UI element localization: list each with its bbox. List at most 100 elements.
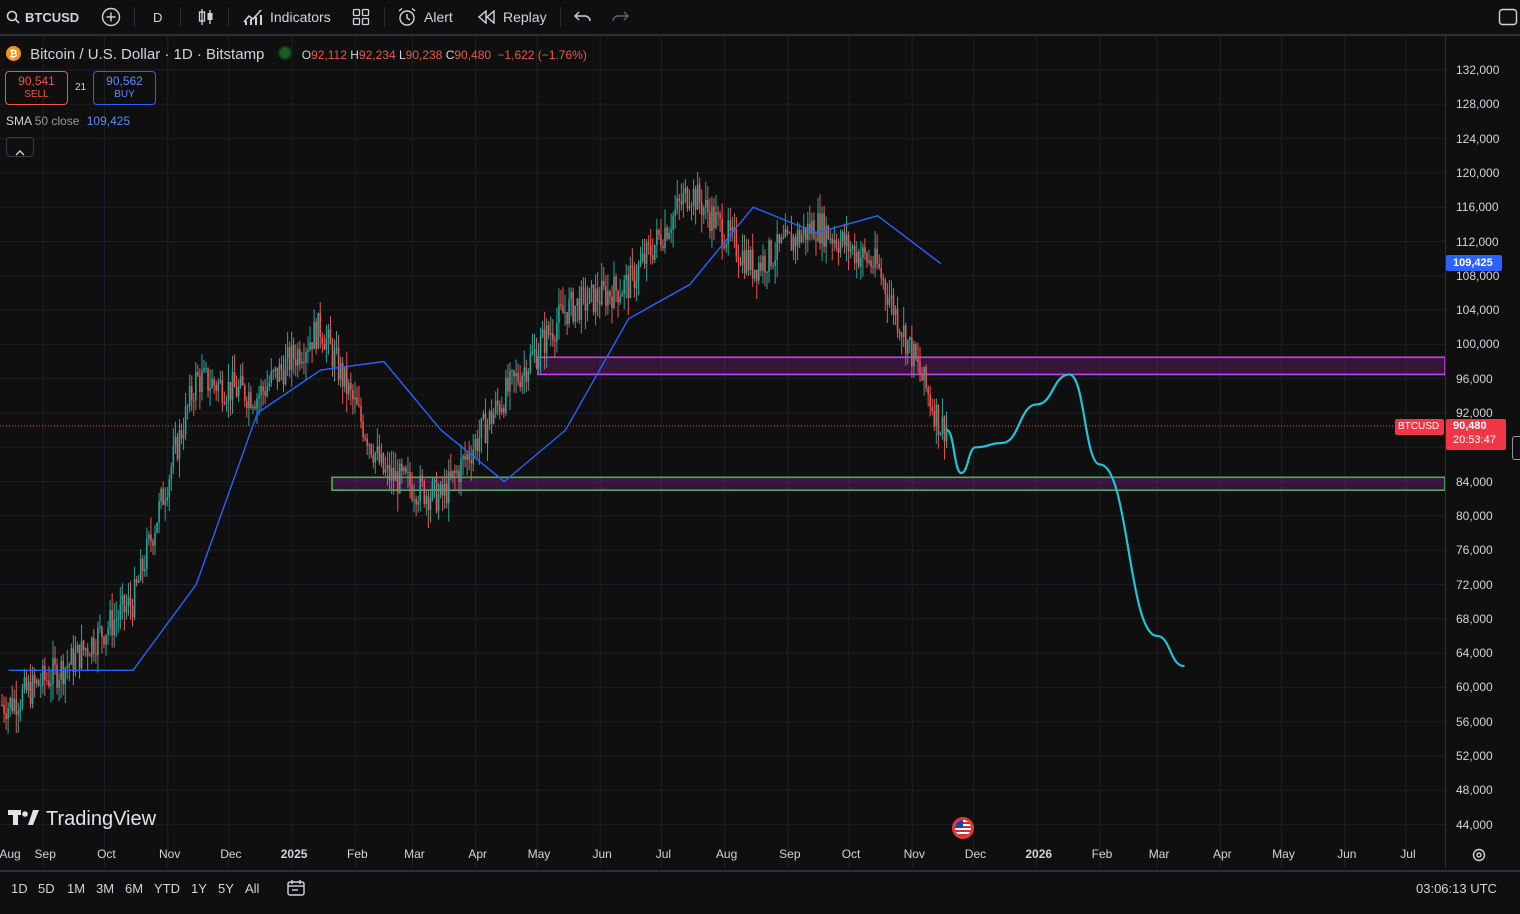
candle <box>747 250 750 270</box>
redo-button[interactable] <box>611 0 629 34</box>
candle <box>931 407 934 411</box>
candle <box>498 405 501 413</box>
candle <box>884 280 887 295</box>
sma-line <box>8 206 942 671</box>
candle <box>84 648 87 651</box>
candle <box>415 499 417 505</box>
candle <box>327 329 330 339</box>
candle <box>252 406 254 409</box>
candle <box>813 220 815 240</box>
candle <box>425 495 428 505</box>
range-button-all[interactable]: All <box>245 881 259 896</box>
price-tick: 132,000 <box>1456 63 1500 77</box>
candle <box>450 471 452 477</box>
undo-button[interactable] <box>574 0 592 34</box>
candle <box>23 677 26 690</box>
candle <box>641 253 644 261</box>
candle <box>233 371 236 388</box>
candle <box>248 392 250 409</box>
candle <box>649 244 652 256</box>
candle <box>725 243 727 248</box>
candle <box>350 383 352 390</box>
candle <box>129 597 132 607</box>
fullscreen-button[interactable] <box>1498 0 1518 34</box>
candle <box>97 627 99 655</box>
candle <box>541 329 544 337</box>
candle <box>223 403 226 405</box>
collapse-legend-button[interactable] <box>6 137 34 157</box>
support-zone <box>331 476 1445 491</box>
candle <box>484 413 487 444</box>
replay-label: Replay <box>503 9 547 25</box>
candle <box>111 610 113 636</box>
buy-button[interactable]: 90,562 BUY <box>93 71 156 105</box>
alert-button[interactable]: Alert <box>397 0 453 34</box>
candle <box>331 344 334 368</box>
replay-button[interactable]: Replay <box>478 0 547 34</box>
candle <box>468 454 470 461</box>
time-tick: Nov <box>903 847 925 861</box>
candle <box>5 713 7 720</box>
price-tick: 120,000 <box>1456 165 1500 180</box>
candle <box>503 408 505 413</box>
range-button-6m[interactable]: 6M <box>125 881 143 896</box>
chart-settings-button[interactable] <box>1471 847 1487 868</box>
candle <box>702 207 705 216</box>
candle <box>554 340 556 342</box>
range-button-ytd[interactable]: YTD <box>154 881 180 896</box>
price-chart[interactable] <box>0 36 1445 868</box>
candle <box>694 188 697 210</box>
interval-button[interactable]: D <box>153 0 162 34</box>
range-button-1y[interactable]: 1Y <box>191 881 207 896</box>
candle <box>933 410 936 427</box>
zones <box>331 356 1445 491</box>
candle <box>396 471 399 494</box>
go-to-date-button[interactable] <box>286 878 306 903</box>
sma-price-badge: 109,425 <box>1446 255 1502 271</box>
candle <box>148 534 150 539</box>
chart-pane[interactable] <box>0 36 1445 868</box>
candle <box>297 348 299 366</box>
range-button-5d[interactable]: 5D <box>38 881 55 896</box>
candle <box>68 664 71 667</box>
candle <box>343 367 346 387</box>
symbol-title[interactable]: Bitcoin / U.S. Dollar · 1D · Bitstamp <box>30 46 264 63</box>
range-button-1d[interactable]: 1D <box>11 881 28 896</box>
candle <box>711 206 713 232</box>
candle <box>301 361 303 364</box>
range-button-3m[interactable]: 3M <box>96 881 114 896</box>
symbol-search[interactable]: BTCUSD <box>6 0 79 34</box>
sma-legend[interactable]: SMA 50 close 109,425 <box>6 114 130 128</box>
range-button-1m[interactable]: 1M <box>67 881 85 896</box>
candle <box>268 383 271 387</box>
economic-event-flag-icon[interactable] <box>952 817 974 839</box>
candle <box>753 269 756 279</box>
candle <box>868 260 870 263</box>
chart-type-button[interactable] <box>197 0 215 34</box>
time-tick: Apr <box>468 847 488 861</box>
price-tick: 84,000 <box>1456 474 1493 489</box>
layouts-button[interactable] <box>352 0 370 34</box>
candle <box>305 351 307 363</box>
candle <box>509 371 511 392</box>
compare-add-button[interactable] <box>101 0 121 34</box>
candle <box>594 288 597 313</box>
time-tick: Feb <box>1091 847 1113 861</box>
indicators-button[interactable]: Indicators <box>243 0 331 34</box>
candle <box>307 349 309 352</box>
price-axis[interactable]: 132,000 128,000 124,000 120,000 116,000 112,0… <box>1445 36 1520 868</box>
candle <box>886 294 889 305</box>
candle <box>935 404 938 427</box>
range-button-5y[interactable]: 5Y <box>218 881 234 896</box>
candle <box>21 689 24 708</box>
sell-button[interactable]: 90,541 SELL <box>5 71 68 105</box>
time-tick: May <box>1272 847 1295 861</box>
candle <box>866 253 868 263</box>
candle <box>27 681 30 691</box>
axis-scroll-handle[interactable] <box>1512 436 1520 460</box>
candle <box>525 367 528 382</box>
svg-text:₿: ₿ <box>9 48 17 60</box>
utc-clock[interactable]: 03:06:13 UTC <box>1416 881 1497 896</box>
candle <box>523 367 526 376</box>
candle <box>917 358 919 363</box>
